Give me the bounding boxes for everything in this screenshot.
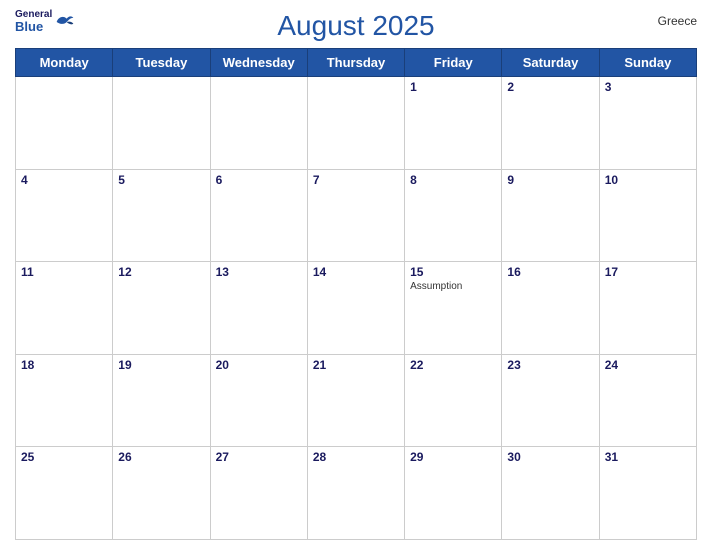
day-number: 5	[118, 173, 204, 187]
day-number: 3	[605, 80, 691, 94]
calendar-cell	[16, 77, 113, 170]
day-number: 11	[21, 265, 107, 279]
calendar-cell: 10	[599, 169, 696, 262]
weekday-header-friday: Friday	[405, 49, 502, 77]
day-number: 27	[216, 450, 302, 464]
day-number: 7	[313, 173, 399, 187]
calendar-cell	[210, 77, 307, 170]
calendar-cell: 17	[599, 262, 696, 355]
calendar-cell: 13	[210, 262, 307, 355]
calendar-header: General Blue August 2025 Greece	[15, 10, 697, 42]
event-label: Assumption	[410, 281, 496, 292]
calendar-cell: 9	[502, 169, 599, 262]
day-number: 29	[410, 450, 496, 464]
weekday-header-saturday: Saturday	[502, 49, 599, 77]
day-number: 30	[507, 450, 593, 464]
calendar-cell: 27	[210, 447, 307, 540]
month-title: August 2025	[277, 10, 434, 42]
calendar-cell: 30	[502, 447, 599, 540]
calendar-cell: 1	[405, 77, 502, 170]
day-number: 13	[216, 265, 302, 279]
calendar-cell: 24	[599, 354, 696, 447]
day-number: 17	[605, 265, 691, 279]
day-number: 1	[410, 80, 496, 94]
calendar-cell: 3	[599, 77, 696, 170]
calendar-cell: 14	[307, 262, 404, 355]
day-number: 20	[216, 358, 302, 372]
day-number: 14	[313, 265, 399, 279]
logo-blue: Blue	[15, 20, 52, 33]
week-row-4: 18 19 20 21 22 23 24	[16, 354, 697, 447]
weekday-header-tuesday: Tuesday	[113, 49, 210, 77]
weekday-header-row: MondayTuesdayWednesdayThursdayFridaySatu…	[16, 49, 697, 77]
country-label: Greece	[658, 14, 697, 28]
calendar-cell: 16	[502, 262, 599, 355]
weekday-header-sunday: Sunday	[599, 49, 696, 77]
week-row-2: 456789 10	[16, 169, 697, 262]
calendar-cell: 29	[405, 447, 502, 540]
calendar-cell	[113, 77, 210, 170]
day-number: 23	[507, 358, 593, 372]
calendar-cell: 5	[113, 169, 210, 262]
calendar-cell: 20	[210, 354, 307, 447]
calendar-cell: 22	[405, 354, 502, 447]
day-number: 24	[605, 358, 691, 372]
calendar-cell: 19	[113, 354, 210, 447]
calendar-cell: 23	[502, 354, 599, 447]
week-row-3: 11 12 13 14 15 Assumption 16 17	[16, 262, 697, 355]
day-number: 28	[313, 450, 399, 464]
day-number: 31	[605, 450, 691, 464]
day-number: 4	[21, 173, 107, 187]
calendar-cell: 11	[16, 262, 113, 355]
calendar-cell: 12	[113, 262, 210, 355]
calendar-cell: 18	[16, 354, 113, 447]
week-row-1: 123	[16, 77, 697, 170]
calendar-cell: 15 Assumption	[405, 262, 502, 355]
calendar-cell: 25	[16, 447, 113, 540]
weekday-header-wednesday: Wednesday	[210, 49, 307, 77]
calendar-cell: 28	[307, 447, 404, 540]
day-number: 25	[21, 450, 107, 464]
calendar-cell: 21	[307, 354, 404, 447]
day-number: 12	[118, 265, 204, 279]
day-number: 18	[21, 358, 107, 372]
day-number: 8	[410, 173, 496, 187]
calendar-cell: 8	[405, 169, 502, 262]
day-number: 26	[118, 450, 204, 464]
weekday-header-monday: Monday	[16, 49, 113, 77]
calendar-table: MondayTuesdayWednesdayThursdayFridaySatu…	[15, 48, 697, 540]
calendar-cell: 6	[210, 169, 307, 262]
day-number: 15	[410, 265, 496, 279]
day-number: 19	[118, 358, 204, 372]
calendar-cell: 26	[113, 447, 210, 540]
day-number: 2	[507, 80, 593, 94]
calendar-cell: 4	[16, 169, 113, 262]
calendar-cell: 31	[599, 447, 696, 540]
day-number: 16	[507, 265, 593, 279]
day-number: 22	[410, 358, 496, 372]
day-number: 6	[216, 173, 302, 187]
calendar-cell: 7	[307, 169, 404, 262]
calendar-cell: 2	[502, 77, 599, 170]
day-number: 9	[507, 173, 593, 187]
day-number: 10	[605, 173, 691, 187]
weekday-header-thursday: Thursday	[307, 49, 404, 77]
day-number: 21	[313, 358, 399, 372]
logo-bird-icon	[55, 15, 75, 29]
calendar-cell	[307, 77, 404, 170]
logo: General Blue	[15, 10, 75, 33]
week-row-5: 25 26 27 28 29 30 31	[16, 447, 697, 540]
